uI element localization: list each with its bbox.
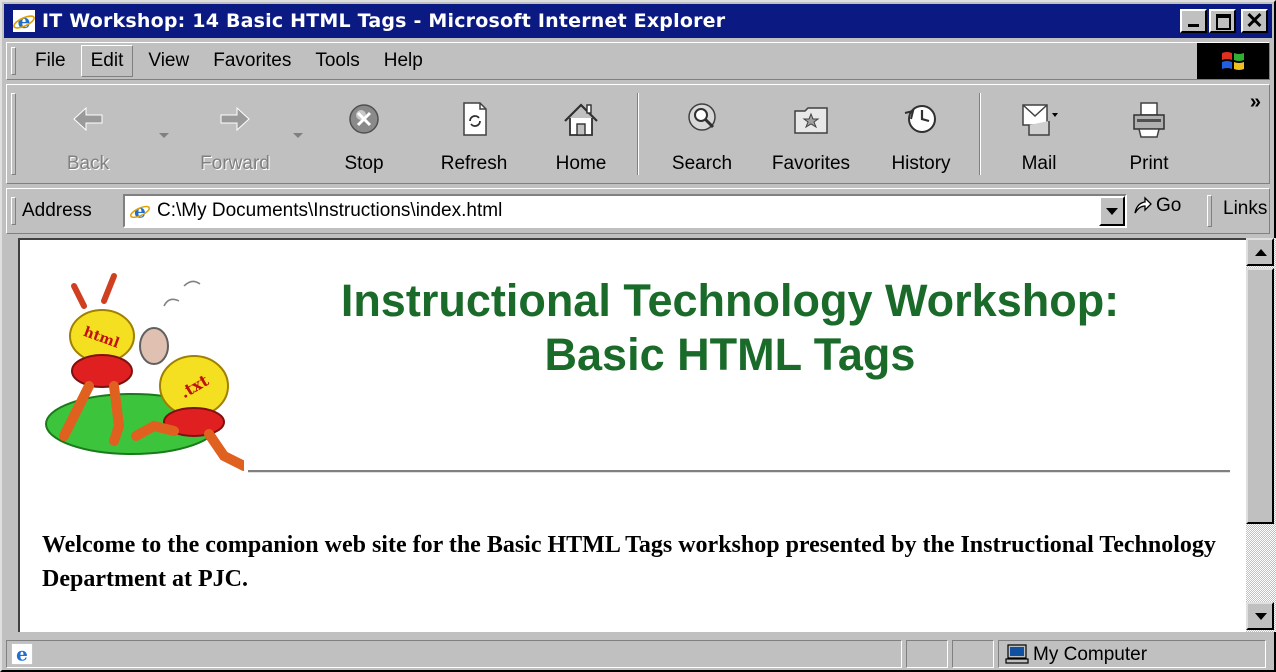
toolbar-more-chevron[interactable]: » — [1250, 91, 1261, 114]
search-icon — [688, 103, 716, 131]
caption-buttons: ✕ — [1180, 8, 1268, 33]
status-bar: e My Computer — [6, 638, 1272, 670]
scroll-up-button[interactable] — [1246, 238, 1274, 266]
mail-label: Mail — [1021, 153, 1057, 174]
minimize-button[interactable] — [1180, 9, 1207, 33]
favorites-label: Favorites — [771, 153, 851, 174]
close-icon: ✕ — [1245, 8, 1264, 33]
search-button[interactable]: Search — [657, 89, 747, 179]
address-value: C:\My Documents\Instructions\index.html — [157, 200, 503, 221]
back-dropdown-icon[interactable] — [159, 133, 169, 138]
favorites-folder-icon — [794, 107, 828, 134]
svg-text:e: e — [18, 9, 31, 33]
history-label: History — [891, 153, 951, 174]
home-button[interactable]: Home — [543, 89, 619, 179]
go-button[interactable]: Go — [1131, 195, 1181, 217]
status-zone-label: My Computer — [1033, 644, 1148, 665]
back-label: Back — [66, 153, 110, 174]
mail-icon — [1022, 104, 1058, 136]
heading-line-1: Instructional Technology Workshop: — [340, 275, 1120, 326]
status-main-panel: e — [6, 640, 902, 668]
address-input[interactable]: e C:\My Documents\Instructions\index.htm… — [123, 194, 1127, 228]
ie-logo-icon: e — [13, 9, 35, 33]
mail-button[interactable]: Mail — [999, 89, 1079, 179]
vertical-scrollbar[interactable] — [1246, 238, 1276, 632]
svg-text:e: e — [134, 201, 146, 222]
history-icon — [904, 105, 936, 133]
status-ie-icon: e — [11, 643, 33, 665]
scroll-down-button[interactable] — [1246, 602, 1274, 630]
standard-toolbar: Back Forward Stop Refresh Home Search Fa… — [6, 84, 1270, 184]
menu-grip[interactable] — [11, 47, 16, 75]
welcome-paragraph: Welcome to the companion web site for th… — [42, 532, 1216, 592]
menu-favorites[interactable]: Favorites — [204, 46, 300, 76]
forward-label: Forward — [200, 153, 270, 174]
go-arrow-icon — [1134, 196, 1152, 214]
printer-icon — [1133, 102, 1165, 138]
toolbar-separator — [979, 93, 981, 175]
menu-help[interactable]: Help — [375, 46, 432, 76]
horizontal-rule — [248, 470, 1230, 473]
refresh-icon — [463, 102, 487, 136]
print-button[interactable]: Print — [1111, 89, 1187, 179]
forward-button[interactable]: Forward — [195, 89, 275, 179]
links-grip[interactable] — [1207, 195, 1212, 227]
refresh-label: Refresh — [440, 153, 508, 174]
menu-file[interactable]: File — [26, 46, 75, 76]
stop-label: Stop — [344, 153, 384, 174]
maximize-button[interactable] — [1209, 9, 1236, 33]
menu-edit[interactable]: Edit — [80, 45, 134, 77]
status-zone-panel: My Computer — [998, 640, 1266, 668]
my-computer-icon — [1005, 644, 1029, 664]
window-title: IT Workshop: 14 Basic HTML Tags - Micros… — [42, 10, 726, 32]
home-icon — [564, 103, 598, 136]
history-button[interactable]: History — [877, 89, 965, 179]
toolbar-separator — [637, 93, 639, 175]
toolbar-grip[interactable] — [11, 93, 16, 175]
search-label: Search — [671, 153, 733, 174]
stop-icon — [349, 104, 379, 134]
status-panel-2 — [906, 640, 948, 668]
page-ie-icon: e — [129, 200, 151, 222]
title-bar[interactable]: e IT Workshop: 14 Basic HTML Tags - Micr… — [4, 4, 1272, 38]
heading-line-2: Basic HTML Tags — [544, 329, 916, 380]
address-bar: Address e C:\My Documents\Instructions\i… — [6, 188, 1270, 234]
browser-window: e IT Workshop: 14 Basic HTML Tags - Micr… — [0, 0, 1276, 672]
windows-logo-icon — [1197, 43, 1269, 79]
menu-view[interactable]: View — [139, 46, 198, 76]
status-panel-3 — [952, 640, 994, 668]
svg-text:e: e — [16, 644, 28, 665]
print-label: Print — [1129, 153, 1169, 174]
links-button[interactable]: Links — [1223, 198, 1267, 220]
address-grip[interactable] — [11, 197, 16, 225]
back-button[interactable]: Back — [53, 89, 123, 179]
close-button[interactable]: ✕ — [1241, 8, 1268, 33]
home-label: Home — [555, 153, 607, 174]
html-txt-clipart-image: html .txt — [45, 273, 244, 471]
menu-bar: File Edit View Favorites Tools Help — [6, 42, 1270, 80]
page-content: html .txt Instructional Technology Works… — [18, 238, 1246, 632]
scroll-thumb[interactable] — [1246, 268, 1274, 524]
favorites-button[interactable]: Favorites — [761, 89, 861, 179]
address-label: Address — [22, 200, 92, 221]
address-dropdown-button[interactable] — [1099, 196, 1125, 226]
forward-arrow-icon — [220, 106, 250, 132]
back-arrow-icon — [73, 106, 103, 132]
refresh-button[interactable]: Refresh — [431, 89, 517, 179]
forward-dropdown-icon[interactable] — [293, 133, 303, 138]
stop-button[interactable]: Stop — [329, 89, 399, 179]
menu-tools[interactable]: Tools — [306, 46, 368, 76]
page-heading: Instructional Technology Workshop: Basic… — [250, 274, 1210, 382]
go-label: Go — [1156, 195, 1182, 216]
